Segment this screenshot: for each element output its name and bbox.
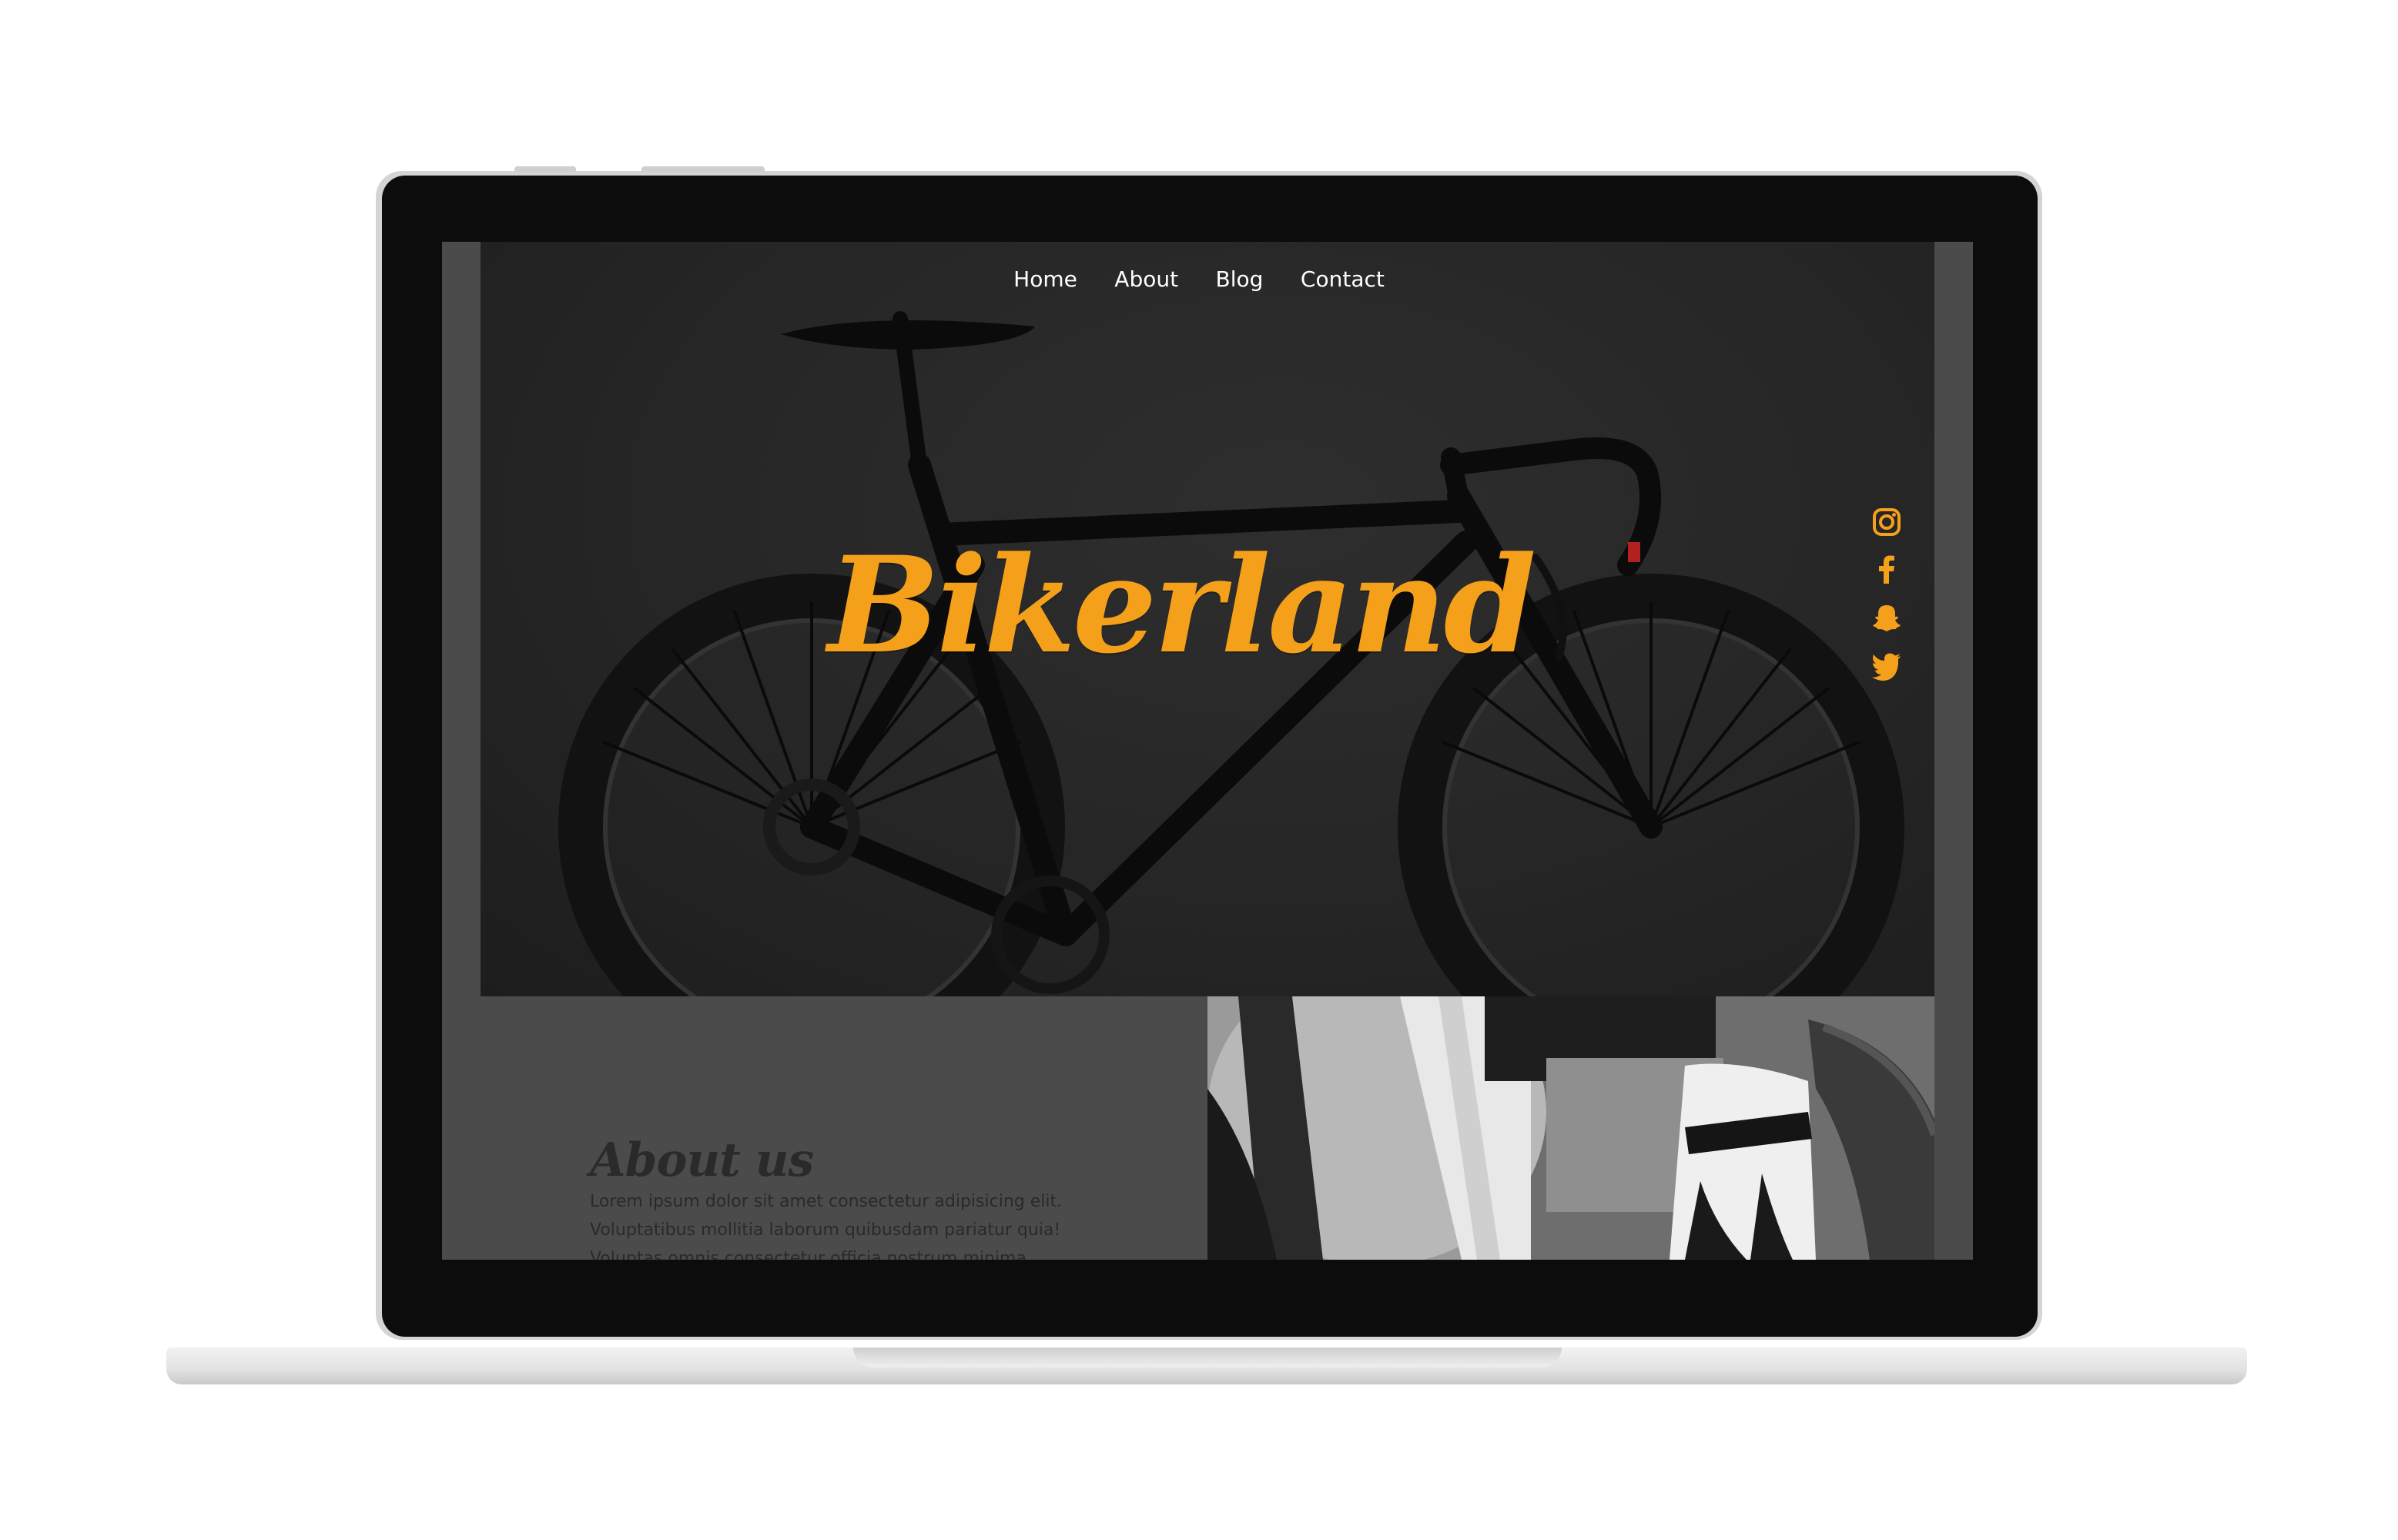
twitter-icon[interactable] [1871, 650, 1902, 681]
social-links [1871, 507, 1902, 698]
laptop-base-groove [853, 1348, 1562, 1368]
snapchat-icon[interactable] [1871, 602, 1902, 633]
about-section: About us Lorem ipsum dolor sit amet cons… [481, 996, 1207, 1260]
about-text: Lorem ipsum dolor sit amet consectetur a… [590, 1192, 1063, 1260]
nav-home[interactable]: Home [1013, 266, 1077, 292]
about-heading: About us [590, 1133, 814, 1187]
website-screen: Home About Blog Contact Bikerland About [442, 242, 1973, 1260]
cyclist-photo [1207, 996, 1934, 1260]
hero-title: Bikerland [827, 527, 1536, 683]
instagram-icon[interactable] [1871, 507, 1902, 537]
lid-notch [641, 166, 765, 172]
main-nav: Home About Blog Contact [481, 266, 1934, 292]
lid-notch [514, 166, 576, 172]
nav-blog[interactable]: Blog [1216, 266, 1264, 292]
cyclist-shoe-image [1207, 996, 1934, 1260]
nav-contact[interactable]: Contact [1301, 266, 1385, 292]
nav-about[interactable]: About [1114, 266, 1178, 292]
hero-section: Home About Blog Contact Bikerland [481, 242, 1934, 996]
facebook-icon[interactable] [1871, 554, 1902, 585]
